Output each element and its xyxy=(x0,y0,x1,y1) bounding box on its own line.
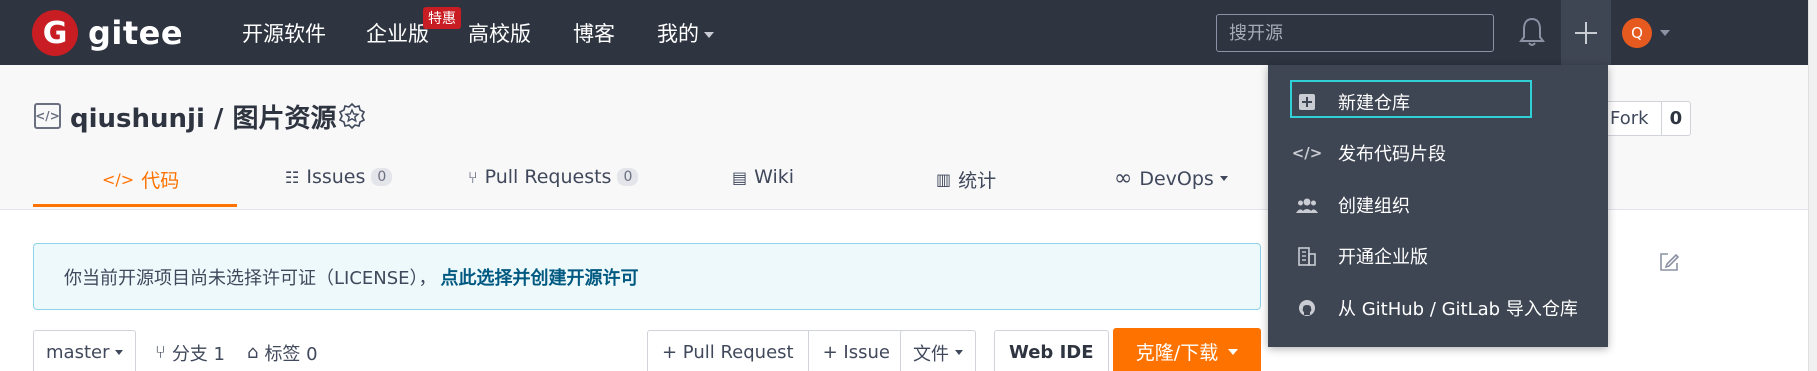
tab-pulls-label: Pull Requests xyxy=(484,166,612,188)
nav-education[interactable]: 高校版 xyxy=(468,18,531,48)
code-icon: </> xyxy=(1291,144,1323,162)
book-icon: ▤ xyxy=(732,167,748,187)
edit-icon[interactable] xyxy=(1658,251,1680,273)
tab-code[interactable]: </> 代码 xyxy=(102,166,179,193)
tab-stats-label: 统计 xyxy=(958,170,997,192)
issues-count-badge: 0 xyxy=(371,168,393,186)
menu-item-publish-snippet[interactable]: </> 发布代码片段 xyxy=(1268,133,1608,173)
license-text: 你当前开源项目尚未选择许可证（LICENSE）， xyxy=(64,267,437,289)
menu-item-enterprise[interactable]: 开通企业版 xyxy=(1268,236,1608,276)
chevron-down-icon xyxy=(1219,176,1228,181)
nav-mine-label: 我的 xyxy=(657,22,699,46)
tab-issues-label: Issues xyxy=(306,166,366,188)
tab-wiki-label: Wiki xyxy=(754,166,795,188)
tag-icon: ⌂ xyxy=(247,342,259,363)
tags-link[interactable]: ⌂ 标签 0 xyxy=(247,330,318,371)
license-notice: 你当前开源项目尚未选择许可证（LICENSE）， 点此选择并创建开源许可 xyxy=(33,243,1261,310)
new-pull-request-button[interactable]: + Pull Request xyxy=(648,331,808,371)
nav-blog[interactable]: 博客 xyxy=(573,18,615,48)
menu-item-label: 新建仓库 xyxy=(1338,93,1410,114)
pull-request-icon: ⑂ xyxy=(468,167,478,187)
repo-code-icon: </> xyxy=(34,103,61,129)
bell-icon[interactable] xyxy=(1518,16,1546,48)
plus-square-icon xyxy=(1296,91,1318,113)
chevron-down-icon xyxy=(704,32,714,38)
search-input[interactable] xyxy=(1216,14,1494,52)
code-icon: </> xyxy=(102,170,135,189)
chevron-down-icon xyxy=(115,350,124,355)
tab-pull-requests[interactable]: ⑂ Pull Requests 0 xyxy=(468,166,639,188)
gitee-logo[interactable]: G gitee xyxy=(32,10,183,56)
group-icon xyxy=(1296,194,1318,216)
menu-item-import-repo[interactable]: 从 GitHub / GitLab 导入仓库 xyxy=(1268,288,1608,328)
new-issue-button[interactable]: + Issue xyxy=(807,331,904,371)
logo-text: gitee xyxy=(88,14,184,52)
menu-item-new-repo[interactable]: 新建仓库 xyxy=(1268,82,1608,122)
branch-select[interactable]: master xyxy=(33,330,137,371)
nav-enterprise[interactable]: 企业版 xyxy=(366,18,429,48)
branch-label: master xyxy=(46,342,110,363)
issues-icon: ☷ xyxy=(285,167,300,187)
repo-title[interactable]: qiushunji / 图片资源 xyxy=(70,98,336,135)
top-navbar: G gitee 开源软件 企业版 特惠 高校版 博客 我的 Q xyxy=(0,0,1817,65)
fork-count: 0 xyxy=(1669,108,1683,129)
files-label: 文件 xyxy=(913,343,949,365)
create-plus-button[interactable] xyxy=(1561,0,1611,65)
active-tab-indicator xyxy=(33,204,237,207)
avatar-chevron-down-icon[interactable] xyxy=(1660,30,1670,36)
bar-chart-icon: ▥ xyxy=(936,170,952,189)
promo-badge: 特惠 xyxy=(423,7,461,29)
tab-wiki[interactable]: ▤ Wiki xyxy=(732,166,794,188)
clone-download-button[interactable]: 克隆/下载 xyxy=(1113,328,1261,371)
create-group: + Pull Request + Issue xyxy=(647,330,905,371)
tags-label: 标签 0 xyxy=(264,343,318,365)
menu-item-label: 开通企业版 xyxy=(1338,247,1428,268)
tab-devops[interactable]: ∞ DevOps xyxy=(1114,166,1228,191)
logo-mark: G xyxy=(32,10,78,56)
menu-item-label: 发布代码片段 xyxy=(1338,144,1446,165)
menu-item-label: 创建组织 xyxy=(1338,196,1410,217)
plus-icon xyxy=(1575,21,1597,44)
branch-icon: ⑂ xyxy=(155,342,166,363)
tab-issues[interactable]: ☷ Issues 0 xyxy=(285,166,393,188)
nav-mine[interactable]: 我的 xyxy=(657,18,714,48)
chevron-down-icon xyxy=(955,350,963,355)
avatar[interactable]: Q xyxy=(1622,18,1652,48)
create-dropdown-menu: 新建仓库 </> 发布代码片段 创建组织 开通企业版 从 GitHub / Gi… xyxy=(1268,65,1608,347)
tab-devops-label: DevOps xyxy=(1139,167,1214,190)
nav-open-source[interactable]: 开源软件 xyxy=(242,18,326,48)
web-ide-label: Web IDE xyxy=(1009,342,1094,363)
menu-item-label: 从 GitHub / GitLab 导入仓库 xyxy=(1338,299,1578,320)
pulls-count-badge: 0 xyxy=(617,168,639,186)
tab-code-label: 代码 xyxy=(141,170,180,192)
branches-link[interactable]: ⑂ 分支 1 xyxy=(155,330,225,371)
page-scrollbar[interactable] xyxy=(1808,0,1817,371)
menu-item-create-org[interactable]: 创建组织 xyxy=(1268,185,1608,225)
fork-button[interactable]: Fork 0 xyxy=(1597,101,1692,136)
github-icon xyxy=(1296,297,1318,319)
chevron-down-icon xyxy=(1228,348,1239,355)
recommend-badge-icon[interactable] xyxy=(338,102,366,130)
clone-label: 克隆/下载 xyxy=(1135,342,1219,364)
branches-label: 分支 1 xyxy=(171,343,225,365)
web-ide-button[interactable]: Web IDE xyxy=(994,330,1109,371)
license-link[interactable]: 点此选择并创建开源许可 xyxy=(441,264,639,290)
files-dropdown[interactable]: 文件 xyxy=(900,330,976,371)
tab-stats[interactable]: ▥ 统计 xyxy=(936,166,996,193)
infinity-icon: ∞ xyxy=(1114,166,1133,191)
building-icon xyxy=(1296,245,1318,267)
